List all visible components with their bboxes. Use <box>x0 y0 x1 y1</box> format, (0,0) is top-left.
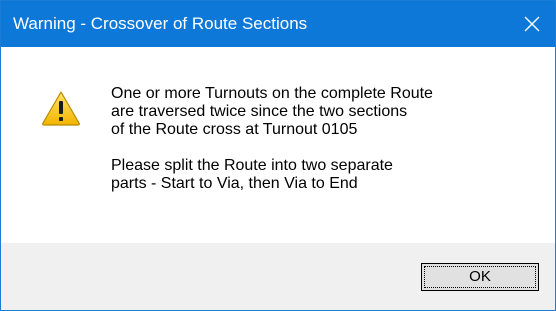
message-spacer <box>111 139 531 157</box>
button-bar: OK <box>1 243 555 310</box>
message-line: of the Route cross at Turnout 0105 <box>111 121 358 138</box>
warning-icon <box>42 91 80 126</box>
ok-button-label: OK <box>424 266 536 288</box>
dialog-content: One or more Turnouts on the complete Rou… <box>1 47 555 243</box>
warning-message: One or more Turnouts on the complete Rou… <box>111 85 531 193</box>
window-title: Warning - Crossover of Route Sections <box>13 14 308 33</box>
message-line: are traversed twice since the two sectio… <box>111 103 408 120</box>
message-line: parts - Start to Via, then Via to End <box>111 175 358 192</box>
close-button[interactable] <box>509 1 555 47</box>
message-line: Please split the Route into two separate <box>111 157 393 174</box>
warning-dialog: Warning - Crossover of Route Sections On… <box>0 0 556 311</box>
message-line: One or more Turnouts on the complete Rou… <box>111 85 433 102</box>
ok-button[interactable]: OK <box>421 263 539 291</box>
title-bar[interactable]: Warning - Crossover of Route Sections <box>1 1 555 47</box>
close-icon[interactable] <box>524 16 540 32</box>
